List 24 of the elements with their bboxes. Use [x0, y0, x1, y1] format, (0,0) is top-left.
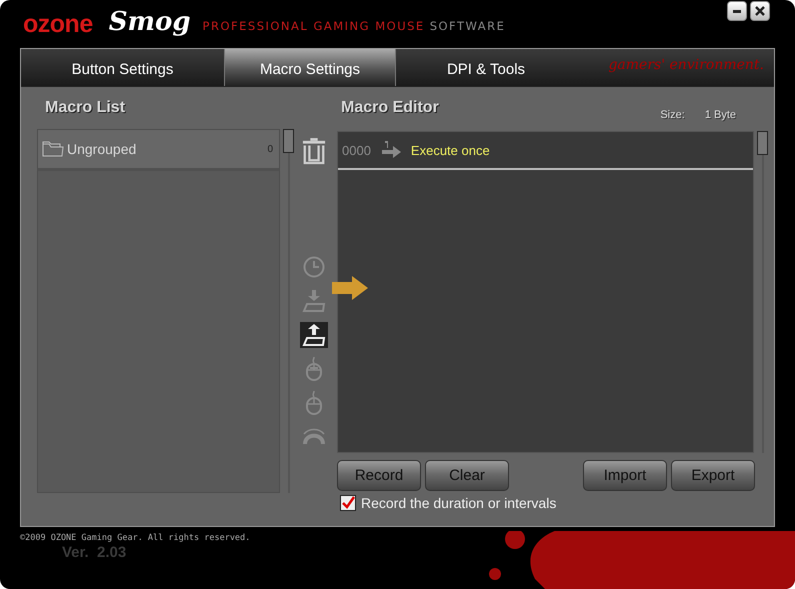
group-name: Ungrouped	[67, 141, 138, 157]
size-value: 1 Byte	[704, 108, 736, 121]
tab[interactable]: Button Settings	[21, 49, 224, 86]
tab[interactable]: DPI & Tools	[396, 49, 576, 86]
tagline-suffix: SOFTWARE	[430, 19, 506, 33]
macro-list-title: Macro List	[44, 98, 126, 118]
tab[interactable]: Macro Settings	[224, 49, 396, 86]
brand-logo: ozone	[23, 10, 93, 39]
size-label: Size:	[660, 108, 685, 121]
action-button[interactable]: Import	[583, 460, 667, 491]
copyright-text: ©2009 OZONE Gaming Gear. All rights reserved.	[20, 533, 252, 543]
checkbox-label: Record the duration or intervals	[361, 495, 556, 511]
tagline: PROFESSIONAL GAMING MOUSE	[202, 19, 425, 33]
action-button[interactable]: Export	[671, 460, 755, 491]
action-button[interactable]: Clear	[425, 460, 509, 491]
version-text: Ver. 2.03	[62, 544, 128, 561]
group-row[interactable]: Ungrouped 0	[38, 130, 279, 171]
group-count: 0	[267, 144, 273, 154]
macro-editor-title: Macro Editor	[340, 98, 440, 118]
row-text: Execute once	[410, 142, 490, 158]
action-button[interactable]: Record	[337, 460, 421, 491]
product-logo: Smog	[108, 7, 191, 37]
row-index: 0000	[342, 142, 371, 158]
slogan: gamers' environment.	[607, 56, 765, 75]
